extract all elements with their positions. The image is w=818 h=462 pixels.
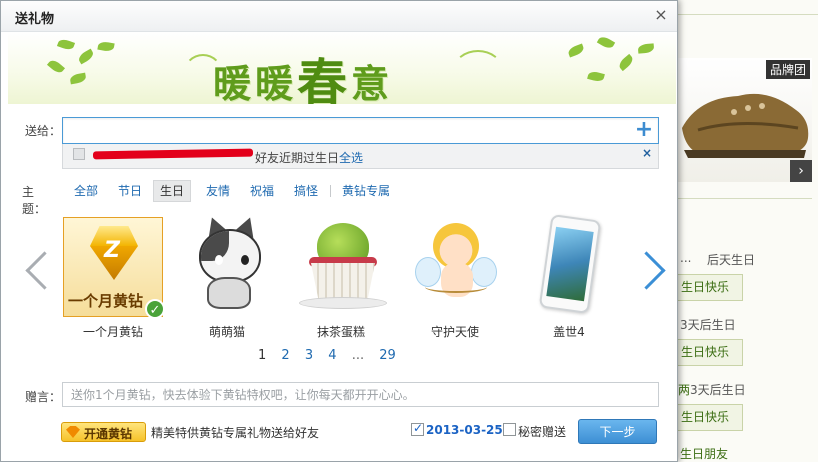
message-label: 赠言： (25, 390, 62, 404)
birthday-wish-button[interactable]: 生日快乐 (676, 404, 743, 431)
tab-festival[interactable]: 节日 (112, 180, 148, 202)
page-link[interactable]: 3 (305, 348, 313, 363)
tab-all[interactable]: 全部 (68, 180, 104, 202)
birthday-when: 3天后生日 (680, 318, 736, 332)
avatar (73, 148, 85, 160)
tab-blessing[interactable]: 祝福 (244, 180, 280, 202)
send-date: 2013-03-25 (426, 423, 503, 437)
tab-funny[interactable]: 搞怪 (288, 180, 324, 202)
gift-name: 抹茶蛋糕 (316, 325, 365, 339)
dialog-title-bar: 送礼物 × (1, 1, 677, 32)
recipient-input[interactable]: + (62, 117, 659, 144)
dialog-title: 送礼物 (15, 12, 55, 27)
theme-label: 主题： (22, 185, 47, 216)
page-link[interactable]: 4 (328, 348, 336, 363)
tab-vip-exclusive[interactable]: 黄钻专属 (336, 180, 396, 202)
page-last[interactable]: 29 (379, 348, 396, 363)
matcha-cupcake-icon (291, 217, 391, 317)
yellow-diamond-icon: Z (82, 226, 146, 284)
suggestion-text: 好友近期过生日 (255, 151, 340, 165)
gift-item[interactable]: Z 一个月黄钻 ✓ 一个月黄钻 (63, 217, 165, 341)
spring-banner: 暖暖春意 (8, 32, 676, 104)
recipient-label: 送给： (25, 124, 62, 138)
diamond-icon (66, 426, 80, 438)
select-all-link[interactable]: 全选 (339, 151, 363, 165)
date-checkbox[interactable] (411, 421, 424, 436)
gift-item[interactable]: 萌萌猫 (177, 214, 277, 341)
birthday-when: 3天后生日 (690, 383, 746, 397)
promo-text: 精美特供黄钻专属礼物送给好友 (151, 426, 320, 440)
next-step-button[interactable]: 下一步 (578, 419, 657, 444)
page-link[interactable]: 2 (281, 348, 289, 363)
birthday-suggestion-bar: 好友近期过生日全选 × (62, 144, 659, 169)
birthday-friends-link[interactable]: 生日朋友 (680, 445, 728, 462)
gift-item[interactable]: 守护天使 (405, 217, 505, 341)
redaction-mark (92, 148, 254, 160)
birthday-prefix: ... (680, 251, 692, 265)
tab-birthday[interactable]: 生日 (153, 180, 192, 202)
send-gift-dialog: 送礼物 × 暖暖春意 送给： + 好友近期过生日全选 × 主题： 全部 节日 生… (0, 0, 678, 462)
gift-caption: 一个月黄钻 (68, 292, 144, 310)
gift-name: 萌萌猫 (208, 325, 245, 339)
prev-arrow-icon[interactable] (23, 249, 49, 293)
secret-gift-label: 秘密赠送 (518, 425, 567, 439)
birthday-wish-button[interactable]: 生日快乐 (676, 339, 743, 366)
open-yellow-diamond-button[interactable]: 开通黄钻 (61, 422, 146, 442)
smartphone-icon (519, 213, 619, 317)
close-suggestion-icon[interactable]: × (642, 146, 652, 160)
gift-item[interactable]: 盖世4 (519, 213, 619, 341)
birthday-prefix: 两 (678, 383, 691, 397)
banner-title: 暖暖春意 (213, 53, 394, 104)
page-current: 1 (258, 348, 267, 363)
brand-tag: 品牌团 (765, 60, 810, 79)
message-input[interactable] (62, 382, 659, 407)
carousel-next-icon[interactable]: › (790, 160, 812, 182)
cute-cat-icon (177, 214, 277, 317)
gift-name: 盖世4 (553, 325, 585, 339)
gift-thumbnail: Z 一个月黄钻 ✓ (63, 217, 165, 319)
add-friend-icon[interactable]: + (634, 119, 654, 141)
gift-name: 守护天使 (430, 325, 479, 339)
gift-name: 一个月黄钻 (82, 325, 143, 339)
next-arrow-icon[interactable] (639, 249, 665, 293)
selected-check-icon: ✓ (145, 299, 165, 319)
page-ellipsis: ... (351, 348, 365, 363)
secret-gift-checkbox[interactable] (503, 423, 516, 436)
cupid-angel-icon (405, 217, 505, 317)
pagination: 1 2 3 4 ... 29 (258, 348, 407, 363)
tab-friendship[interactable]: 友情 (200, 180, 236, 202)
gift-item[interactable]: 抹茶蛋糕 (291, 217, 391, 341)
product-image[interactable]: 品牌团 › (678, 58, 812, 182)
birthday-wish-button[interactable]: 生日快乐 (676, 274, 743, 301)
birthday-when: 后天生日 (707, 253, 756, 267)
close-icon[interactable]: × (653, 6, 669, 24)
